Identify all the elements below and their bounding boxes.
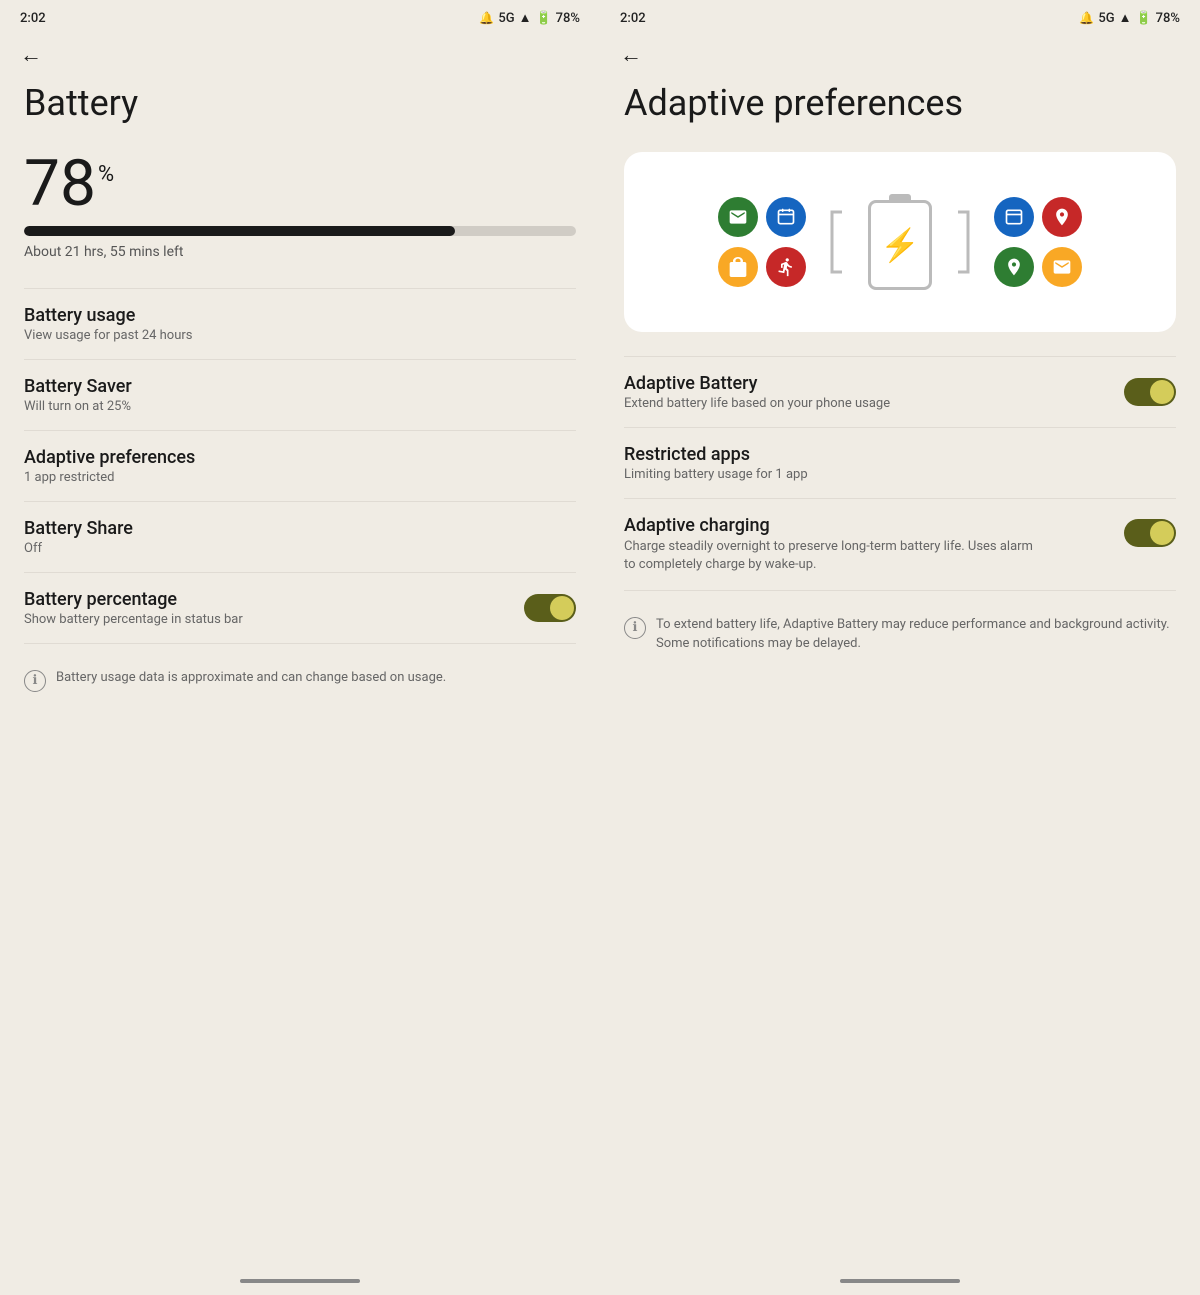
adaptive-charging-toggle-knob: [1150, 521, 1174, 545]
page-title-left: Battery: [24, 84, 576, 124]
adaptive-battery-toggle[interactable]: [1124, 378, 1176, 406]
battery-icon-left: 🔋: [535, 11, 551, 26]
icon-row-right-top: [994, 197, 1082, 237]
info-section-right: ℹ To extend battery life, Adaptive Batte…: [624, 607, 1176, 654]
restricted-apps-title: Restricted apps: [624, 444, 1176, 465]
connector-right: [948, 202, 978, 282]
adaptive-charging-title: Adaptive charging: [624, 515, 1108, 536]
status-bar-right: 2:02 🔔 5G ▲ 🔋 78%: [600, 0, 1200, 32]
battery-percentage-text: Battery percentage Show battery percenta…: [24, 589, 508, 627]
app-icon-yellow-right: [1042, 247, 1082, 287]
app-icon-blue-left: [766, 197, 806, 237]
battery-percentage-title: Battery percentage: [24, 589, 508, 610]
battery-percent-status-left: 78%: [556, 11, 580, 26]
menu-item-battery-usage-title: Battery usage: [24, 305, 576, 326]
back-button-left[interactable]: ←: [0, 32, 600, 74]
app-icon-blue-right: [994, 197, 1034, 237]
battery-time-left: About 21 hrs, 55 mins left: [24, 244, 576, 260]
adaptive-battery-text: Adaptive Battery Extend battery life bas…: [624, 373, 1108, 411]
adaptive-battery-row[interactable]: Adaptive Battery Extend battery life bas…: [624, 357, 1176, 427]
battery-diagram: ⚡: [644, 194, 1156, 290]
network-type-left: 5G: [498, 11, 514, 26]
signal-icon-right: ▲: [1119, 10, 1132, 26]
adaptive-charging-toggle[interactable]: [1124, 519, 1176, 547]
battery-percentage-subtitle: Show battery percentage in status bar: [24, 612, 508, 627]
adaptive-charging-row[interactable]: Adaptive charging Charge steadily overni…: [624, 499, 1176, 590]
menu-item-battery-usage[interactable]: Battery usage View usage for past 24 hou…: [24, 289, 576, 359]
connector-left: [822, 202, 852, 282]
battery-percentage-toggle[interactable]: [524, 594, 576, 622]
adaptive-illustration-card: ⚡: [624, 152, 1176, 332]
menu-item-adaptive-prefs-subtitle: 1 app restricted: [24, 470, 576, 485]
menu-item-adaptive-prefs-title: Adaptive preferences: [24, 447, 576, 468]
battery-progress-bar: [24, 226, 576, 236]
info-icon-right: ℹ: [624, 617, 646, 639]
app-icon-green-right: [994, 247, 1034, 287]
menu-item-battery-saver[interactable]: Battery Saver Will turn on at 25%: [24, 360, 576, 430]
status-bar-left: 2:02 🔔 5G ▲ 🔋 78%: [0, 0, 600, 32]
info-text-left: Battery usage data is approximate and ca…: [56, 668, 446, 688]
info-section-left: ℹ Battery usage data is approximate and …: [24, 660, 576, 692]
right-screen: 2:02 🔔 5G ▲ 🔋 78% ← Adaptive preferences: [600, 0, 1200, 1295]
status-icons-left: 🔔 5G ▲ 🔋 78%: [479, 10, 580, 26]
menu-item-adaptive-prefs[interactable]: Adaptive preferences 1 app restricted: [24, 431, 576, 501]
right-content: Adaptive preferences: [600, 74, 1200, 678]
bottom-bar-right: [840, 1279, 960, 1283]
battery-center: ⚡: [868, 194, 932, 290]
menu-item-battery-share[interactable]: Battery Share Off: [24, 502, 576, 572]
info-text-right: To extend battery life, Adaptive Battery…: [656, 615, 1176, 654]
adaptive-battery-title: Adaptive Battery: [624, 373, 1108, 394]
notification-icon: 🔔: [479, 11, 494, 25]
back-button-right[interactable]: ←: [600, 32, 1200, 74]
battery-number: 78: [24, 152, 96, 216]
app-icon-red-left: [766, 247, 806, 287]
battery-bolt-icon: ⚡: [880, 226, 920, 264]
time-left: 2:02: [20, 11, 46, 26]
app-icon-yellow-left: [718, 247, 758, 287]
page-title-right: Adaptive preferences: [624, 84, 1176, 124]
icon-row-right-bottom: [994, 247, 1082, 287]
adaptive-charging-subtitle: Charge steadily overnight to preserve lo…: [624, 538, 1044, 574]
battery-progress-fill: [24, 226, 455, 236]
battery-body: ⚡: [868, 200, 932, 290]
battery-percent-status-right: 78%: [1156, 11, 1180, 26]
menu-item-battery-share-subtitle: Off: [24, 541, 576, 556]
battery-percent-display: 78 %: [24, 152, 576, 216]
menu-item-battery-usage-subtitle: View usage for past 24 hours: [24, 328, 576, 343]
left-screen: 2:02 🔔 5G ▲ 🔋 78% ← Battery 78 % About 2…: [0, 0, 600, 1295]
menu-item-battery-share-title: Battery Share: [24, 518, 576, 539]
battery-percentage-row[interactable]: Battery percentage Show battery percenta…: [24, 573, 576, 643]
separator-r4: [624, 590, 1176, 591]
adaptive-battery-toggle-knob: [1150, 380, 1174, 404]
signal-icon-left: ▲: [519, 10, 532, 26]
network-type-right: 5G: [1098, 11, 1114, 26]
adaptive-battery-subtitle: Extend battery life based on your phone …: [624, 396, 1108, 411]
left-content: Battery 78 % About 21 hrs, 55 mins left …: [0, 74, 600, 716]
battery-symbol: %: [98, 162, 114, 187]
bottom-bar-left: [240, 1279, 360, 1283]
restricted-apps-subtitle: Limiting battery usage for 1 app: [624, 467, 1176, 482]
battery-icon-right: 🔋: [1135, 11, 1151, 26]
toggle-knob: [550, 596, 574, 620]
menu-item-battery-saver-subtitle: Will turn on at 25%: [24, 399, 576, 414]
time-right: 2:02: [620, 11, 646, 26]
app-icons-right: [994, 197, 1082, 287]
separator-6: [24, 643, 576, 644]
app-icon-red-right: [1042, 197, 1082, 237]
notification-icon-right: 🔔: [1079, 11, 1094, 25]
info-icon-left: ℹ: [24, 670, 46, 692]
status-icons-right: 🔔 5G ▲ 🔋 78%: [1079, 10, 1180, 26]
app-icons-left: [718, 197, 806, 287]
icon-row-left-bottom: [718, 247, 806, 287]
icon-row-left-top: [718, 197, 806, 237]
adaptive-charging-text: Adaptive charging Charge steadily overni…: [624, 515, 1108, 574]
app-icon-green-left: [718, 197, 758, 237]
menu-item-battery-saver-title: Battery Saver: [24, 376, 576, 397]
restricted-apps-item[interactable]: Restricted apps Limiting battery usage f…: [624, 428, 1176, 498]
